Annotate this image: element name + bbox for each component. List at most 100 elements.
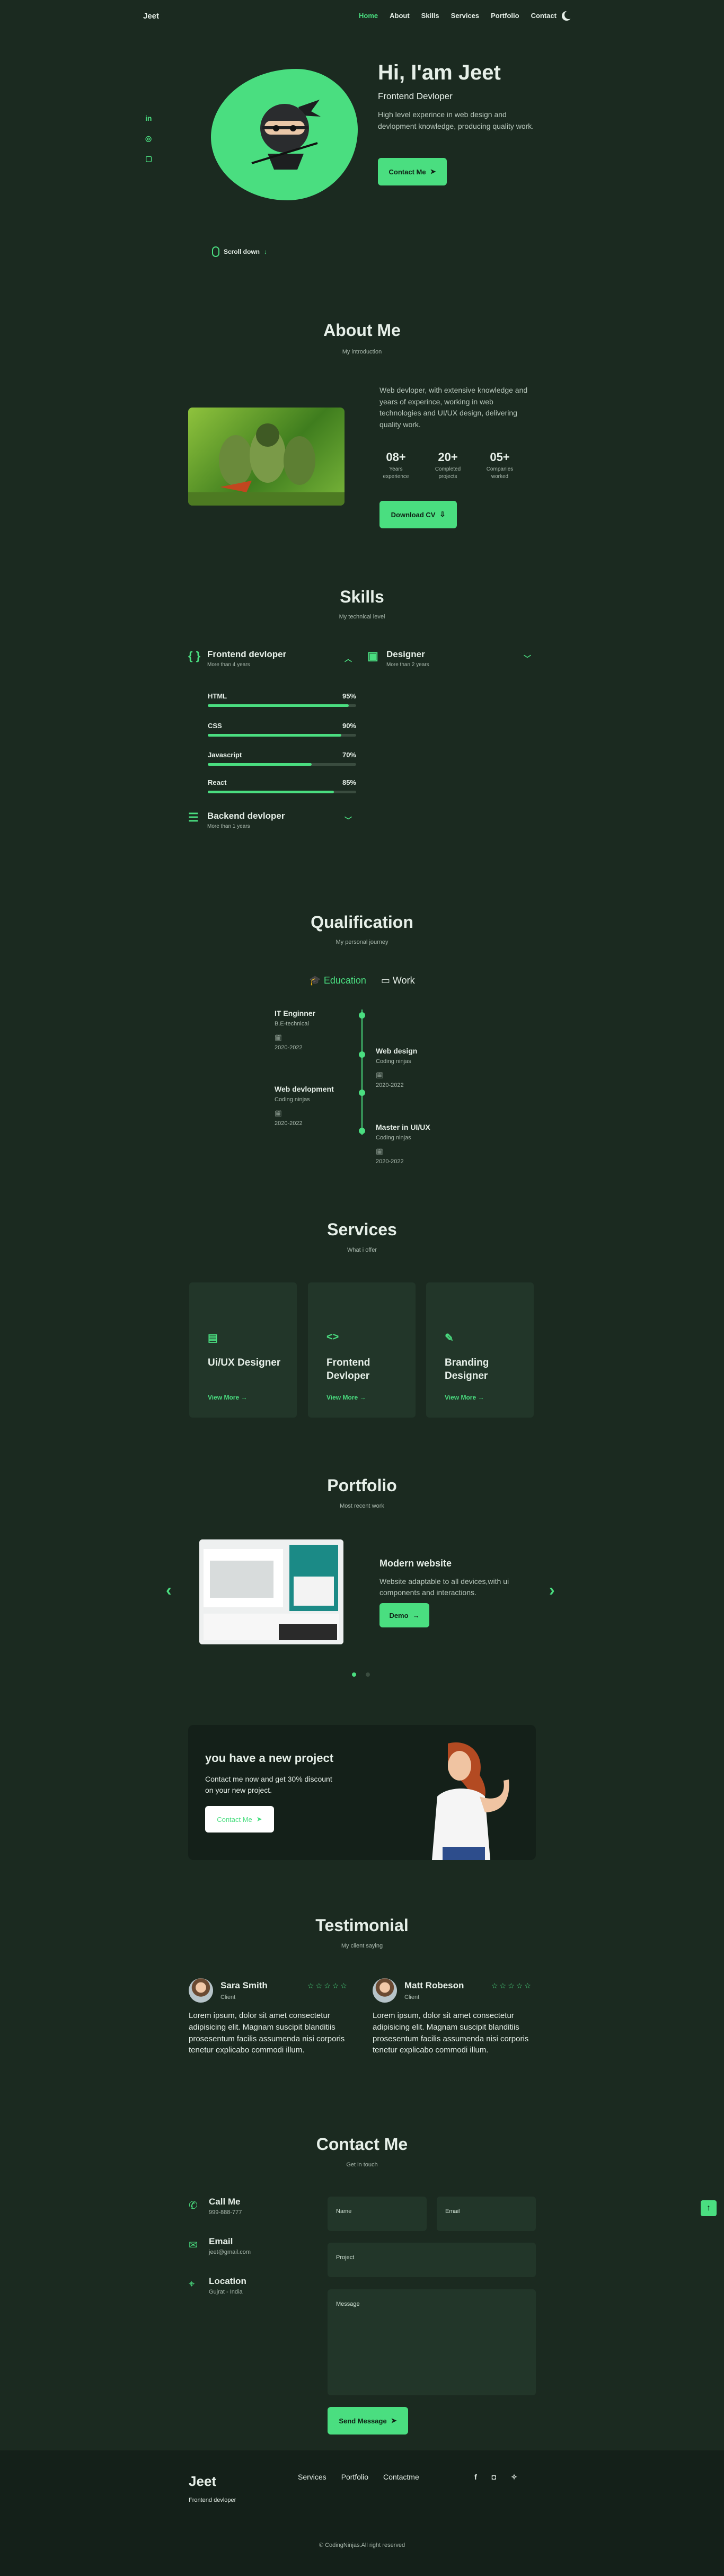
service-card-uiux[interactable]: ▤ Ui/UX Designer View More →	[189, 1282, 297, 1418]
demo-button[interactable]: Demo →	[379, 1603, 429, 1627]
project-field[interactable]: Project	[328, 2243, 536, 2277]
send-icon: ➤	[391, 2416, 397, 2424]
q-title: IT Enginner	[275, 1009, 315, 1017]
contact-location: ⌖ Location Gujrat - India	[189, 2276, 246, 2295]
layout-icon: ▤	[208, 1332, 218, 1344]
contact-info-value: jeet@gmail.com	[209, 2249, 251, 2255]
nav-home[interactable]: Home	[359, 12, 378, 20]
nav-portfolio[interactable]: Portfolio	[491, 12, 519, 20]
linkedin-icon[interactable]: in	[145, 114, 154, 122]
about-title: About Me	[323, 321, 401, 340]
prev-arrow-icon[interactable]: ‹	[166, 1580, 172, 1600]
nav-services[interactable]: Services	[451, 12, 480, 20]
footer-link-portfolio[interactable]: Portfolio	[341, 2473, 368, 2481]
facebook-icon[interactable]: f	[474, 2473, 477, 2482]
chevron-down-icon[interactable]: ﹀	[524, 653, 531, 664]
email-field[interactable]: Email	[437, 2197, 536, 2231]
project-banner: you have a new project Contact me now an…	[188, 1725, 536, 1860]
nav-skills[interactable]: Skills	[421, 12, 439, 20]
project-desc: Contact me now and get 30% discount on y…	[205, 1775, 332, 1794]
contact-me-button[interactable]: Contact Me ➤	[378, 158, 447, 185]
header: Jeet Home About Skills Services Portfoli…	[0, 0, 724, 32]
dribbble-icon[interactable]: ◎	[145, 134, 154, 143]
portfolio-image	[199, 1539, 343, 1644]
skill-name: HTML	[208, 692, 227, 700]
chevron-down-icon[interactable]: ﹀	[345, 815, 352, 826]
skills-subtitle: My technical level	[339, 614, 385, 620]
about-subtitle: My introduction	[342, 349, 382, 355]
chevron-up-icon[interactable]: ︿	[345, 653, 352, 664]
skill-fill	[208, 734, 341, 737]
q-sub: Coding ninjas	[275, 1096, 310, 1103]
scroll-to-top-button[interactable]: ↑	[701, 2200, 717, 2216]
footer-copyright: © CodingNinjas.All right reserved	[319, 2542, 405, 2548]
skill-fill	[208, 791, 334, 793]
about-image	[188, 408, 345, 506]
skill-designer-header[interactable]: ▣ Designer More than 2 years	[367, 649, 429, 668]
portfolio-subtitle: Most recent work	[340, 1503, 384, 1509]
send-icon: ➤	[430, 167, 436, 175]
service-card-branding[interactable]: ✎ Branding Designer View More →	[426, 1282, 534, 1418]
send-message-button[interactable]: Send Message ➤	[328, 2407, 408, 2435]
q-sub: Coding ninjas	[376, 1135, 411, 1141]
skill-frontend-header[interactable]: { } Frontend devloper More than 4 years	[188, 649, 286, 668]
project-contact-button[interactable]: Contact Me ➤	[205, 1806, 274, 1833]
q-title: Web design	[376, 1047, 418, 1055]
footer-logo: Jeet	[189, 2473, 217, 2489]
nav-contact[interactable]: Contact	[531, 12, 557, 20]
name-field[interactable]: Name	[328, 2197, 427, 2231]
server-icon: ☰	[188, 811, 199, 824]
carousel-dot[interactable]	[366, 1672, 370, 1677]
hero-title: Hi, I'am Jeet	[378, 61, 501, 84]
github-icon[interactable]: ▢	[145, 154, 154, 163]
nav-about[interactable]: About	[390, 12, 410, 20]
skill-backend-header[interactable]: ☰ Backend devloper More than 1 years	[188, 811, 285, 829]
tab-education[interactable]: 🎓 Education	[309, 975, 366, 986]
service-card-frontend[interactable]: <> Frontend Devloper View More →	[308, 1282, 416, 1418]
skill-backend-title: Backend devloper	[207, 811, 285, 821]
twitter-icon[interactable]: ✧	[511, 2473, 517, 2482]
download-cv-button[interactable]: Download CV ⇩	[379, 501, 457, 528]
tab-work[interactable]: ▭ Work	[381, 975, 415, 986]
view-more-link[interactable]: View More →	[326, 1394, 366, 1401]
timeline-dot	[359, 1128, 365, 1134]
skill-percent: 90%	[342, 722, 356, 730]
arrow-right-icon: →	[412, 1611, 420, 1619]
scroll-down-label: Scroll down	[224, 248, 260, 255]
view-more-link[interactable]: View More →	[208, 1394, 247, 1401]
skills-title: Skills	[340, 587, 384, 606]
footer: Jeet Frontend devloper Services Portfoli…	[0, 2450, 724, 2576]
brand-logo[interactable]: Jeet	[143, 12, 159, 21]
message-field[interactable]: Message	[328, 2289, 536, 2395]
arrow-down-icon: ↓	[264, 248, 268, 255]
code-braces-icon: { }	[188, 649, 201, 662]
skill-bar-html: HTML 95%	[208, 692, 356, 707]
testimonial-title: Testimonial	[315, 1916, 409, 1935]
rating-stars-icon: ☆☆☆☆☆	[491, 1981, 533, 1990]
carousel-dot-active[interactable]	[352, 1672, 356, 1677]
next-arrow-icon[interactable]: ›	[549, 1580, 555, 1600]
theme-toggle-moon-icon[interactable]	[564, 11, 573, 19]
about-description: Web devloper, with extensive knowledge a…	[379, 386, 528, 429]
portfolio-title: Portfolio	[327, 1476, 397, 1495]
stat-years: 08+ Years experience	[379, 450, 412, 481]
skill-percent: 85%	[342, 778, 356, 786]
skill-frontend-title: Frontend devloper	[207, 649, 287, 659]
design-icon: ▣	[367, 649, 378, 662]
send-icon: ➤	[256, 1815, 262, 1823]
send-message-label: Send Message	[339, 2416, 387, 2425]
contact-call: ✆ Call Me 999-888-777	[189, 2197, 242, 2216]
footer-link-contactme[interactable]: Contactme	[383, 2473, 419, 2481]
footer-link-services[interactable]: Services	[298, 2473, 326, 2481]
qualification-item: Web design Coding ninjas 🗓 2020-2022	[376, 1047, 476, 1088]
scroll-down-link[interactable]: Scroll down ↓	[212, 246, 267, 257]
contact-me-label: Contact Me	[389, 167, 426, 176]
instagram-icon[interactable]: ◘	[492, 2473, 496, 2482]
demo-label: Demo	[389, 1611, 409, 1619]
view-more-label: View More	[326, 1394, 358, 1401]
q-date-value: 2020-2022	[376, 1158, 404, 1165]
qualification-item: Master in UI/UX Coding ninjas 🗓 2020-202…	[376, 1123, 476, 1165]
skill-bar-react: React 85%	[208, 778, 356, 793]
location-pin-icon: ⌖	[189, 2278, 195, 2290]
view-more-link[interactable]: View More →	[445, 1394, 484, 1401]
